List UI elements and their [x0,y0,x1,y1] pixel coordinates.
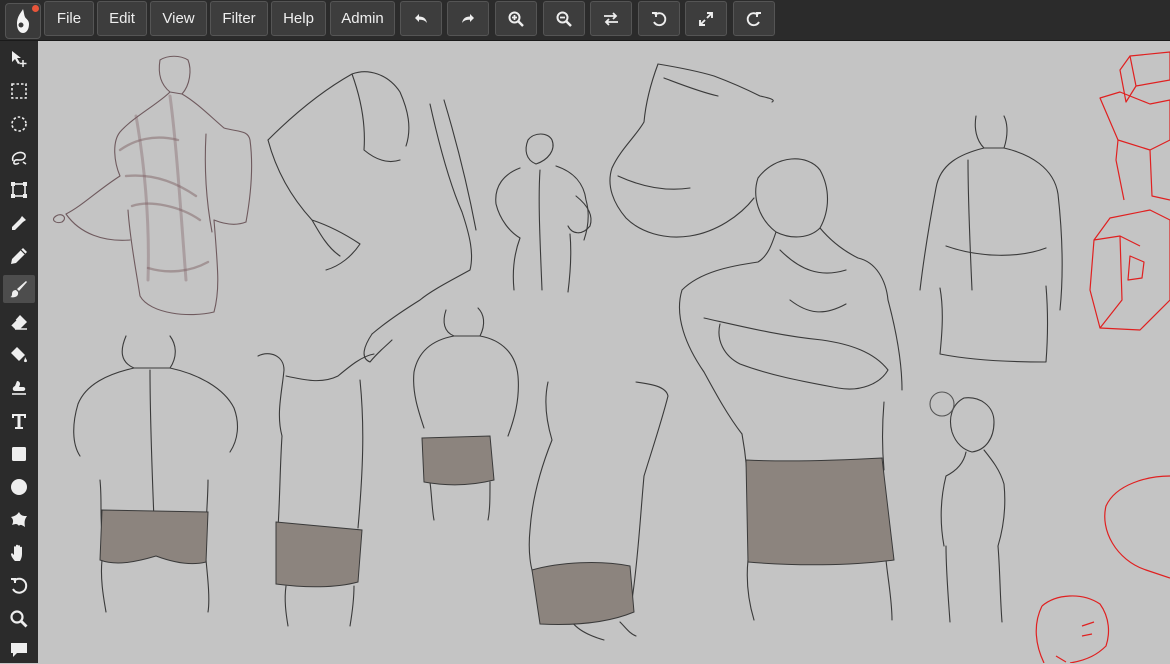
hand-icon [11,544,22,561]
fullscreen-button[interactable] [685,1,727,36]
expand-icon [699,11,713,26]
tool-sidebar [0,41,38,663]
tool-smudge[interactable] [3,374,35,402]
brush-icon [10,281,27,298]
paint-bucket-icon [11,347,27,363]
tool-eraser[interactable] [3,308,35,336]
top-bar: File Edit View Filter Help Admin [0,0,1170,41]
chat-icon [11,643,27,657]
tool-eyedropper[interactable] [3,209,35,237]
eraser-icon [10,315,27,330]
tool-zoom[interactable] [3,605,35,633]
rotate-left-icon [652,11,667,26]
pen-icon [11,248,27,264]
menu-edit[interactable]: Edit [97,1,147,36]
search-icon [10,610,28,628]
swap-icon [604,11,618,26]
history-icon [11,577,28,594]
zoom-out-icon [556,11,572,27]
zoom-out-button[interactable] [543,1,585,36]
smudge-icon [12,381,26,395]
tool-text[interactable] [3,407,35,435]
menu-file[interactable]: File [44,1,94,36]
tool-rectangle[interactable] [3,440,35,468]
tool-ellipse-select[interactable] [3,110,35,138]
undo-icon [415,13,427,23]
rectangle-icon [12,447,26,461]
ellipse-select-icon [11,116,27,132]
redo-icon [462,13,474,23]
tool-transform[interactable] [3,176,35,204]
tool-move[interactable] [3,44,35,72]
move-icon [12,51,27,67]
rotate-left-button[interactable] [638,1,680,36]
transform-icon [11,182,27,198]
circle-icon [11,479,27,495]
app-logo-button[interactable] [5,3,41,39]
drawing-canvas[interactable] [38,41,1170,663]
eyedropper-icon [12,216,26,230]
tool-ellipse[interactable] [3,473,35,501]
tool-history[interactable] [3,572,35,600]
rotate-right-icon [746,11,761,26]
tool-rect-select[interactable] [3,77,35,105]
redo-button[interactable] [447,1,489,36]
zoom-in-button[interactable] [495,1,537,36]
shape-icon [11,512,27,527]
menu-help[interactable]: Help [271,1,326,36]
flip-button[interactable] [590,1,632,36]
text-icon [12,414,26,429]
tool-fill[interactable] [3,341,35,369]
notification-dot [32,5,39,12]
lasso-icon [11,151,27,165]
undo-button[interactable] [400,1,442,36]
menu-filter[interactable]: Filter [210,1,268,36]
tool-brush[interactable] [3,275,35,303]
rotate-right-button[interactable] [733,1,775,36]
tool-hand[interactable] [3,539,35,567]
tool-pen[interactable] [3,242,35,270]
sketch-layer [53,51,1170,663]
tool-comment[interactable] [3,636,35,664]
zoom-in-icon [508,11,524,27]
menu-admin[interactable]: Admin [330,1,395,36]
menu-view[interactable]: View [150,1,207,36]
rect-select-icon [11,83,27,99]
tool-lasso[interactable] [3,143,35,171]
tool-shape[interactable] [3,506,35,534]
